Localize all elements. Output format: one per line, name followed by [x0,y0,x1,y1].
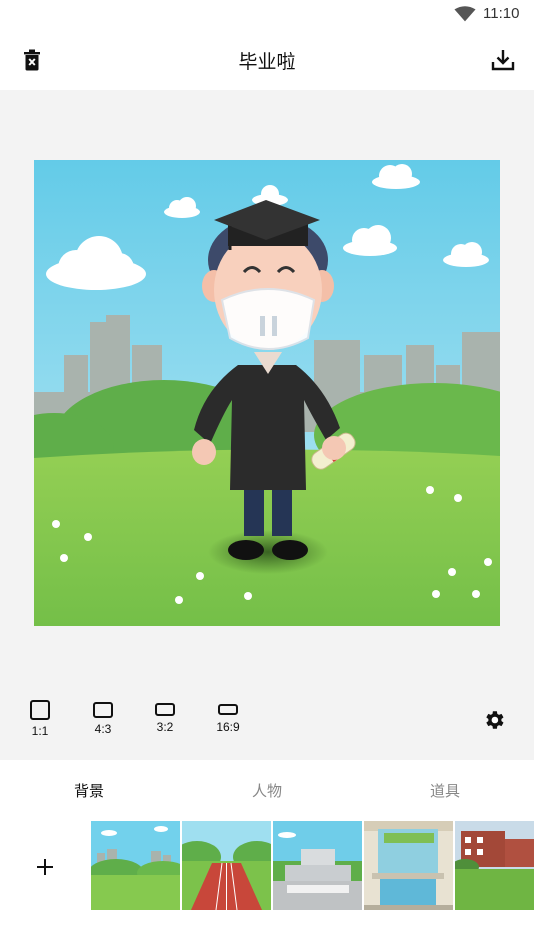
graduation-scene[interactable] [34,160,500,626]
thumbnail-glass-building-garden[interactable] [364,821,453,910]
ratio-label: 4:3 [94,722,112,736]
gear-icon [486,711,504,729]
aspect-ratio-selector: 1:1 4:3 3:2 16:9 [0,700,534,750]
ratio-label: 16:9 [216,720,240,734]
plus-icon [37,859,53,875]
thumbnail-running-track[interactable] [182,821,271,910]
tab-props[interactable]: 道具 [356,780,534,801]
ratio-4-3-button[interactable]: 4:3 [83,700,123,736]
tab-character[interactable]: 人物 [178,780,356,801]
add-background-button[interactable] [30,852,60,882]
thumbnail-school-building[interactable] [273,821,362,910]
download-button[interactable] [489,46,517,74]
thumbnail-image [364,821,453,910]
ratio-4-3-icon [93,702,113,718]
settings-button[interactable] [482,708,506,732]
ratio-label: 1:1 [31,724,49,738]
download-icon [491,50,515,71]
ratio-label: 3:2 [156,720,174,734]
scene-image [34,160,500,626]
tab-background[interactable]: 背景 [0,780,178,801]
thumbnail-image [91,821,180,910]
thumbnail-green-field-city[interactable] [91,821,180,910]
category-tabs: 背景 人物 道具 [0,760,534,820]
app-bar: 毕业啦 [0,30,534,90]
ratio-1-1-button[interactable]: 1:1 [20,700,60,738]
thumbnail-image [455,821,534,910]
background-thumbnails [0,820,534,915]
ratio-1-1-icon [30,700,50,720]
canvas-area: 1:1 4:3 3:2 16:9 [0,90,534,760]
status-bar: 11:10 [0,0,534,30]
ratio-3-2-icon [155,703,175,716]
page-title: 毕业啦 [238,51,296,73]
ratio-16-9-button[interactable]: 16:9 [208,700,248,734]
status-time: 11:10 [483,5,520,22]
thumbnail-campus-lawn[interactable] [455,821,534,910]
ratio-16-9-icon [218,704,238,715]
thumbnail-image [182,821,271,910]
thumbnail-image [273,821,362,910]
wifi-icon [454,6,476,22]
ratio-3-2-button[interactable]: 3:2 [145,700,185,734]
